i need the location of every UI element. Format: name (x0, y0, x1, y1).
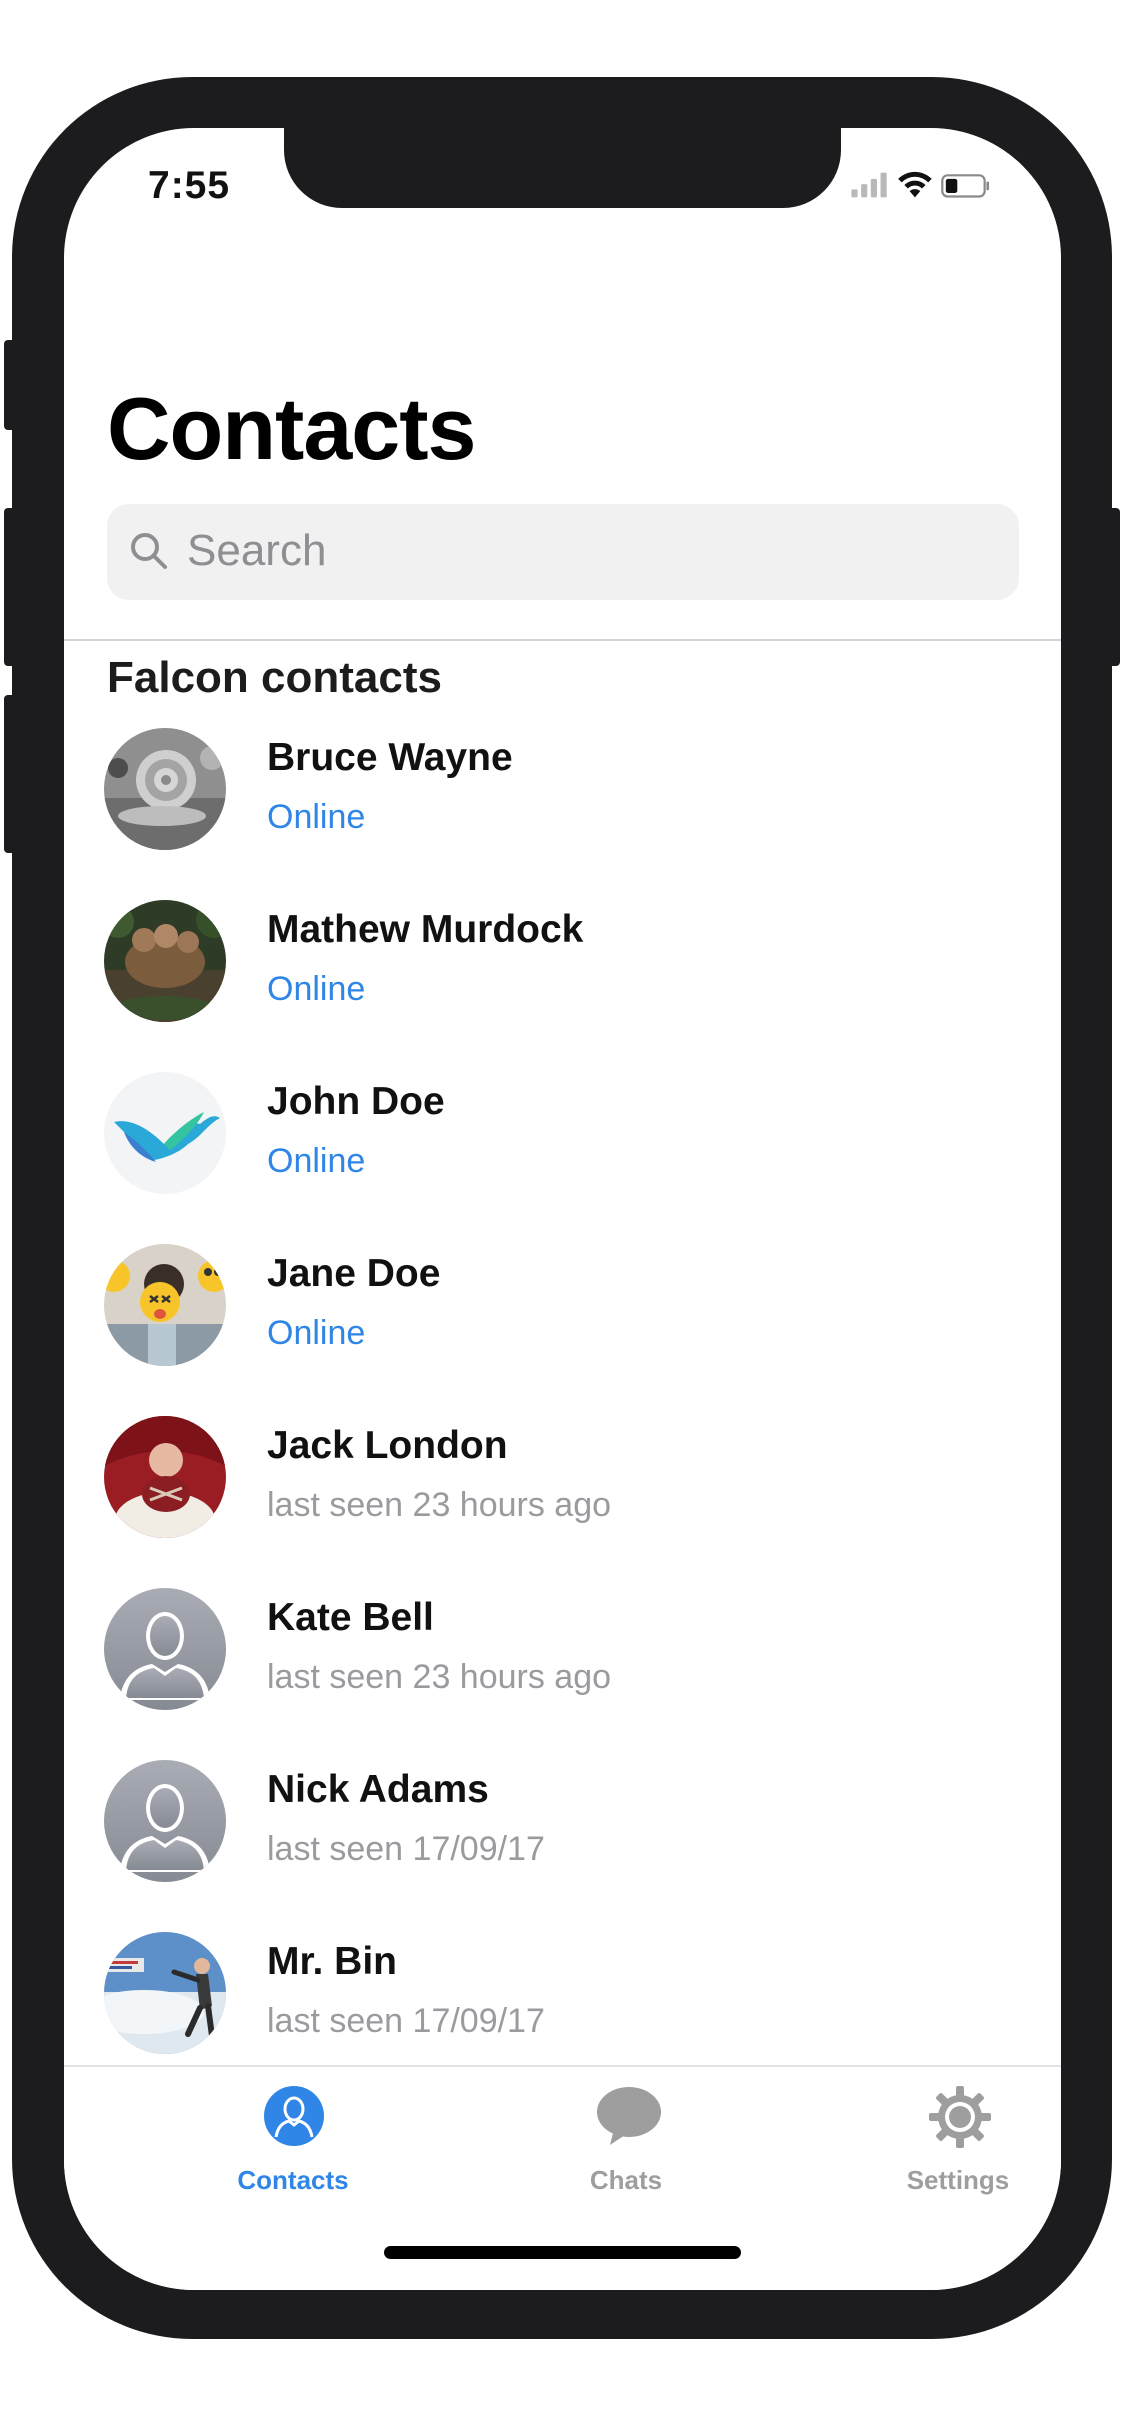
search-bar[interactable]: Search (107, 504, 1019, 600)
avatar (104, 1932, 226, 2054)
tab-label: Chats (589, 2165, 663, 2195)
contact-status: last seen 17/09/17 (267, 2002, 545, 2040)
page-title: Contacts (107, 379, 476, 478)
tab-contacts[interactable]: Contacts (183, 2067, 403, 2217)
avatar (104, 1760, 226, 1882)
contact-name: Nick Adams (267, 1768, 489, 1811)
avatar (104, 728, 226, 850)
falcon-logo (104, 1072, 226, 1194)
avatar (104, 1416, 226, 1538)
tab-label: Contacts (237, 2165, 349, 2195)
contact-row[interactable]: Nick Adams last seen 17/09/17 (64, 1760, 1061, 1932)
contact-row[interactable]: Bruce Wayne Online (64, 728, 1061, 900)
search-icon (131, 533, 167, 569)
emoji-faces-photo (104, 1244, 226, 1366)
section-title: Falcon contacts (107, 653, 442, 702)
contact-status: last seen 23 hours ago (267, 1486, 612, 1524)
avatar (104, 1244, 226, 1366)
tab-settings[interactable]: Settings (848, 2067, 1061, 2217)
avatar (104, 1588, 226, 1710)
signal-icon (851, 172, 887, 198)
contact-status: Online (267, 970, 366, 1008)
contact-row[interactable]: Jane Doe Online (64, 1244, 1061, 1416)
tab-label: Settings (906, 2165, 1010, 2195)
contact-status: Online (267, 1314, 366, 1352)
wifi-icon (898, 171, 932, 198)
chat-bubble-icon (597, 2087, 661, 2145)
contact-status: last seen 17/09/17 (267, 1830, 545, 1868)
battery-icon (941, 174, 990, 198)
contact-name: Jane Doe (267, 1252, 441, 1295)
person-placeholder-icon (104, 1588, 226, 1710)
contact-name: Mr. Bin (267, 1940, 398, 1983)
person-icon (264, 2086, 324, 2146)
contact-name: Kate Bell (267, 1596, 434, 1639)
gear-icon (929, 2086, 991, 2148)
baby-photo (104, 1416, 226, 1538)
person-placeholder-icon (104, 1760, 226, 1882)
status-time: 7:55 (148, 164, 231, 207)
contact-row[interactable]: John Doe Online (64, 1072, 1061, 1244)
contact-row[interactable]: Mathew Murdock Online (64, 900, 1061, 1072)
tab-chats[interactable]: Chats (516, 2067, 736, 2217)
mr-bean-photo (104, 1932, 226, 2054)
avatar (104, 1072, 226, 1194)
contact-name: Mathew Murdock (267, 908, 584, 951)
avatar (104, 900, 226, 1022)
snail-photo (104, 728, 226, 850)
contact-row[interactable]: Kate Bell last seen 23 hours ago (64, 1588, 1061, 1760)
status-icons (851, 171, 990, 198)
notch (284, 128, 841, 208)
contact-name: John Doe (267, 1080, 445, 1123)
home-indicator[interactable] (384, 2246, 741, 2259)
contact-name: Jack London (267, 1424, 508, 1467)
contact-name: Bruce Wayne (267, 736, 513, 779)
contact-status: Online (267, 1142, 366, 1180)
contact-status: last seen 23 hours ago (267, 1658, 612, 1696)
phone-screen: 7:55 Contacts Search Falcon contacts Bru… (64, 128, 1061, 2290)
contact-status: Online (267, 798, 366, 836)
forest-photo (104, 900, 226, 1022)
search-input[interactable]: Search (187, 526, 326, 576)
divider (64, 639, 1061, 641)
contact-row[interactable]: Jack London last seen 23 hours ago (64, 1416, 1061, 1588)
